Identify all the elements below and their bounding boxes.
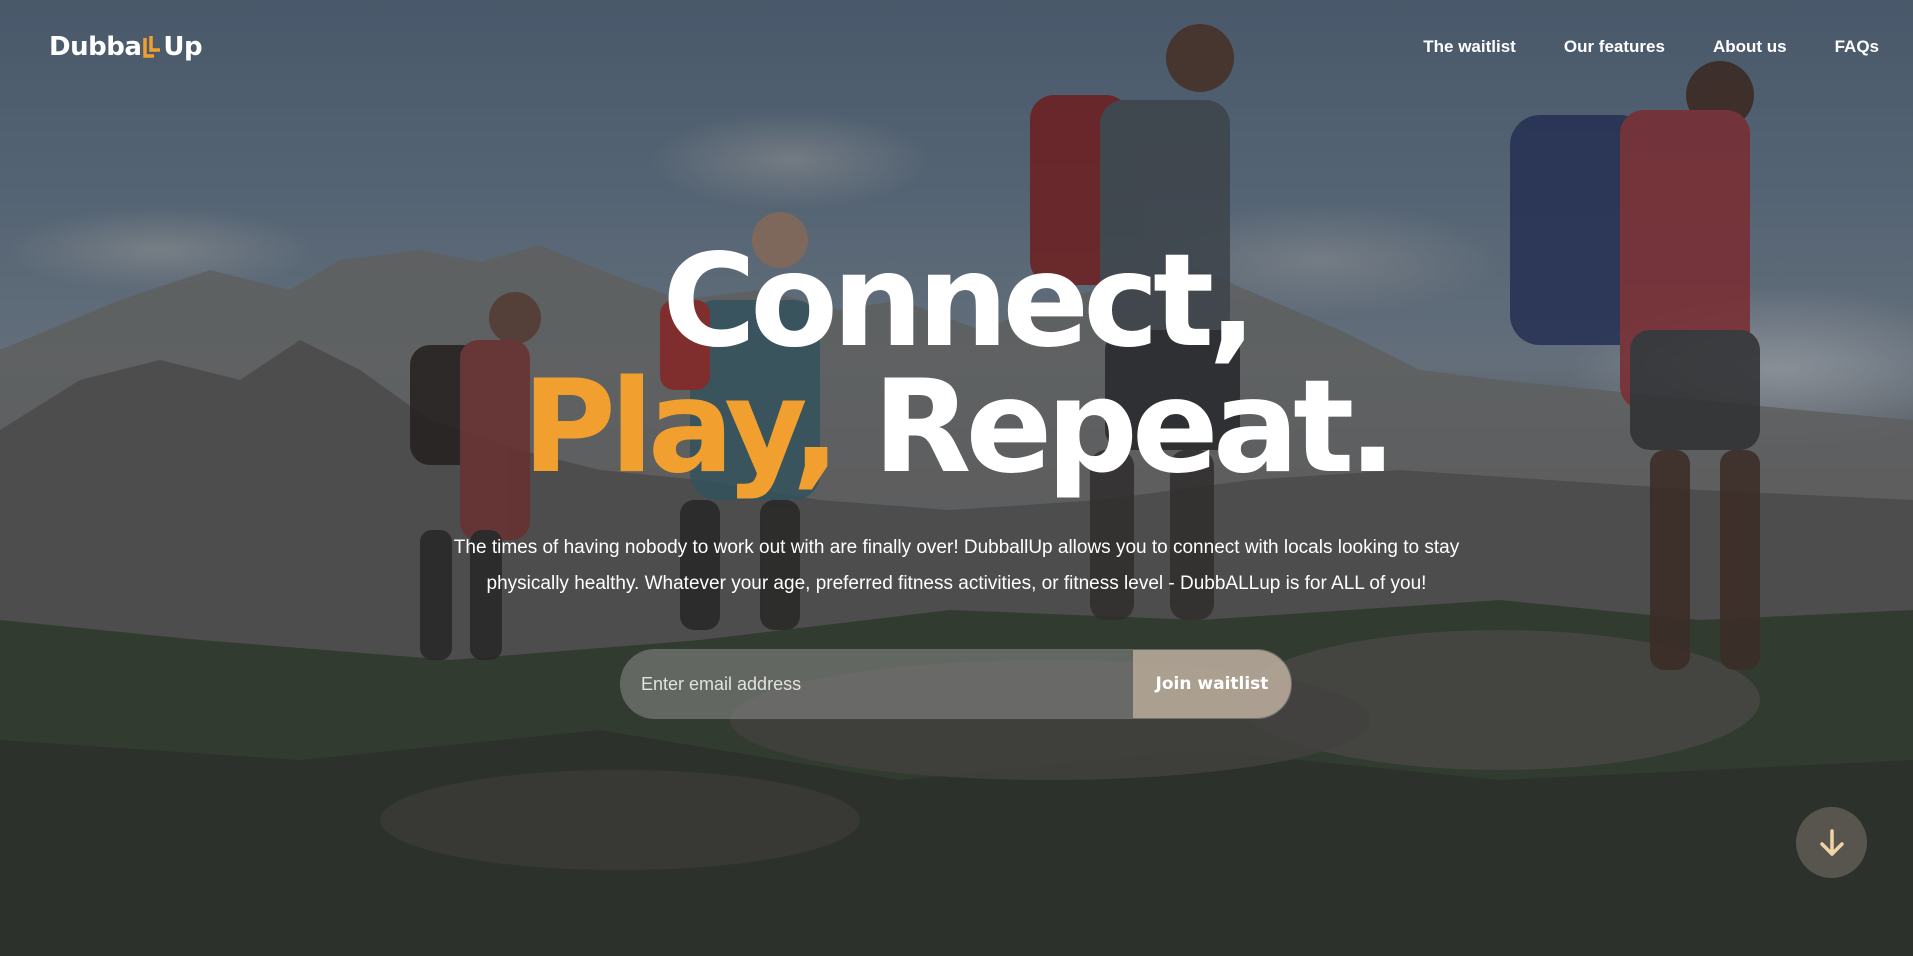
hero-section: Dubba Up The waitlist Our features About… — [0, 0, 1913, 956]
top-navigation: Dubba Up The waitlist Our features About… — [0, 0, 1913, 94]
waitlist-form: Join waitlist — [620, 649, 1292, 719]
nav-link-features[interactable]: Our features — [1564, 37, 1665, 57]
nav-link-faqs[interactable]: FAQs — [1835, 37, 1879, 57]
nav-link-about-us[interactable]: About us — [1713, 37, 1787, 57]
nav-links: The waitlist Our features About us FAQs — [1423, 37, 1879, 57]
dubballup-logo[interactable]: Dubba Up — [49, 32, 203, 62]
nav-link-waitlist[interactable]: The waitlist — [1423, 37, 1516, 57]
headline-accent-word: Play, — [522, 353, 840, 502]
subtitle-line-1: The times of having nobody to work out w… — [453, 537, 1460, 558]
hero-subtitle: The times of having nobody to work out w… — [0, 530, 1913, 602]
logo-text-right: Up — [163, 32, 203, 62]
subtitle-line-2: physically healthy. Whatever your age, p… — [486, 573, 1427, 594]
logo-text-left: Dubba — [49, 32, 142, 62]
headline-rest: Repeat. — [872, 353, 1397, 502]
headline-line-2: Play, Repeat. — [0, 364, 1913, 492]
logo-ll-mark-icon — [142, 34, 162, 60]
arrow-down-icon — [1819, 828, 1844, 856]
join-waitlist-button[interactable]: Join waitlist — [1133, 650, 1291, 718]
scroll-down-button[interactable] — [1796, 807, 1867, 878]
headline-line-1: Connect, — [662, 227, 1257, 376]
hero-headline: Connect, Play, Repeat. — [0, 238, 1913, 492]
email-input[interactable] — [621, 650, 1133, 718]
